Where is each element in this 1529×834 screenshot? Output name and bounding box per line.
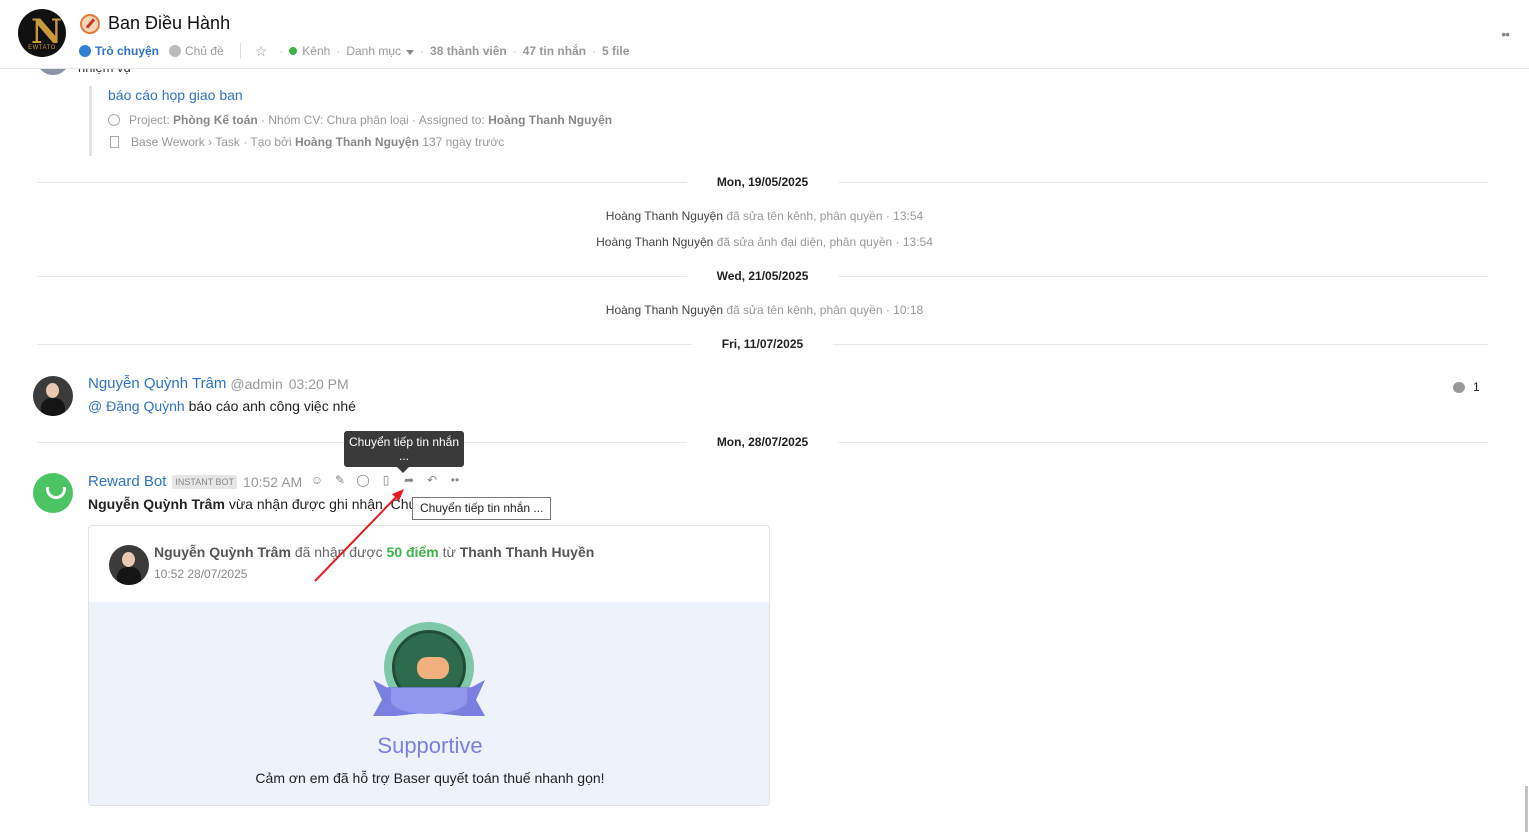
annotation-arrow bbox=[314, 489, 404, 582]
